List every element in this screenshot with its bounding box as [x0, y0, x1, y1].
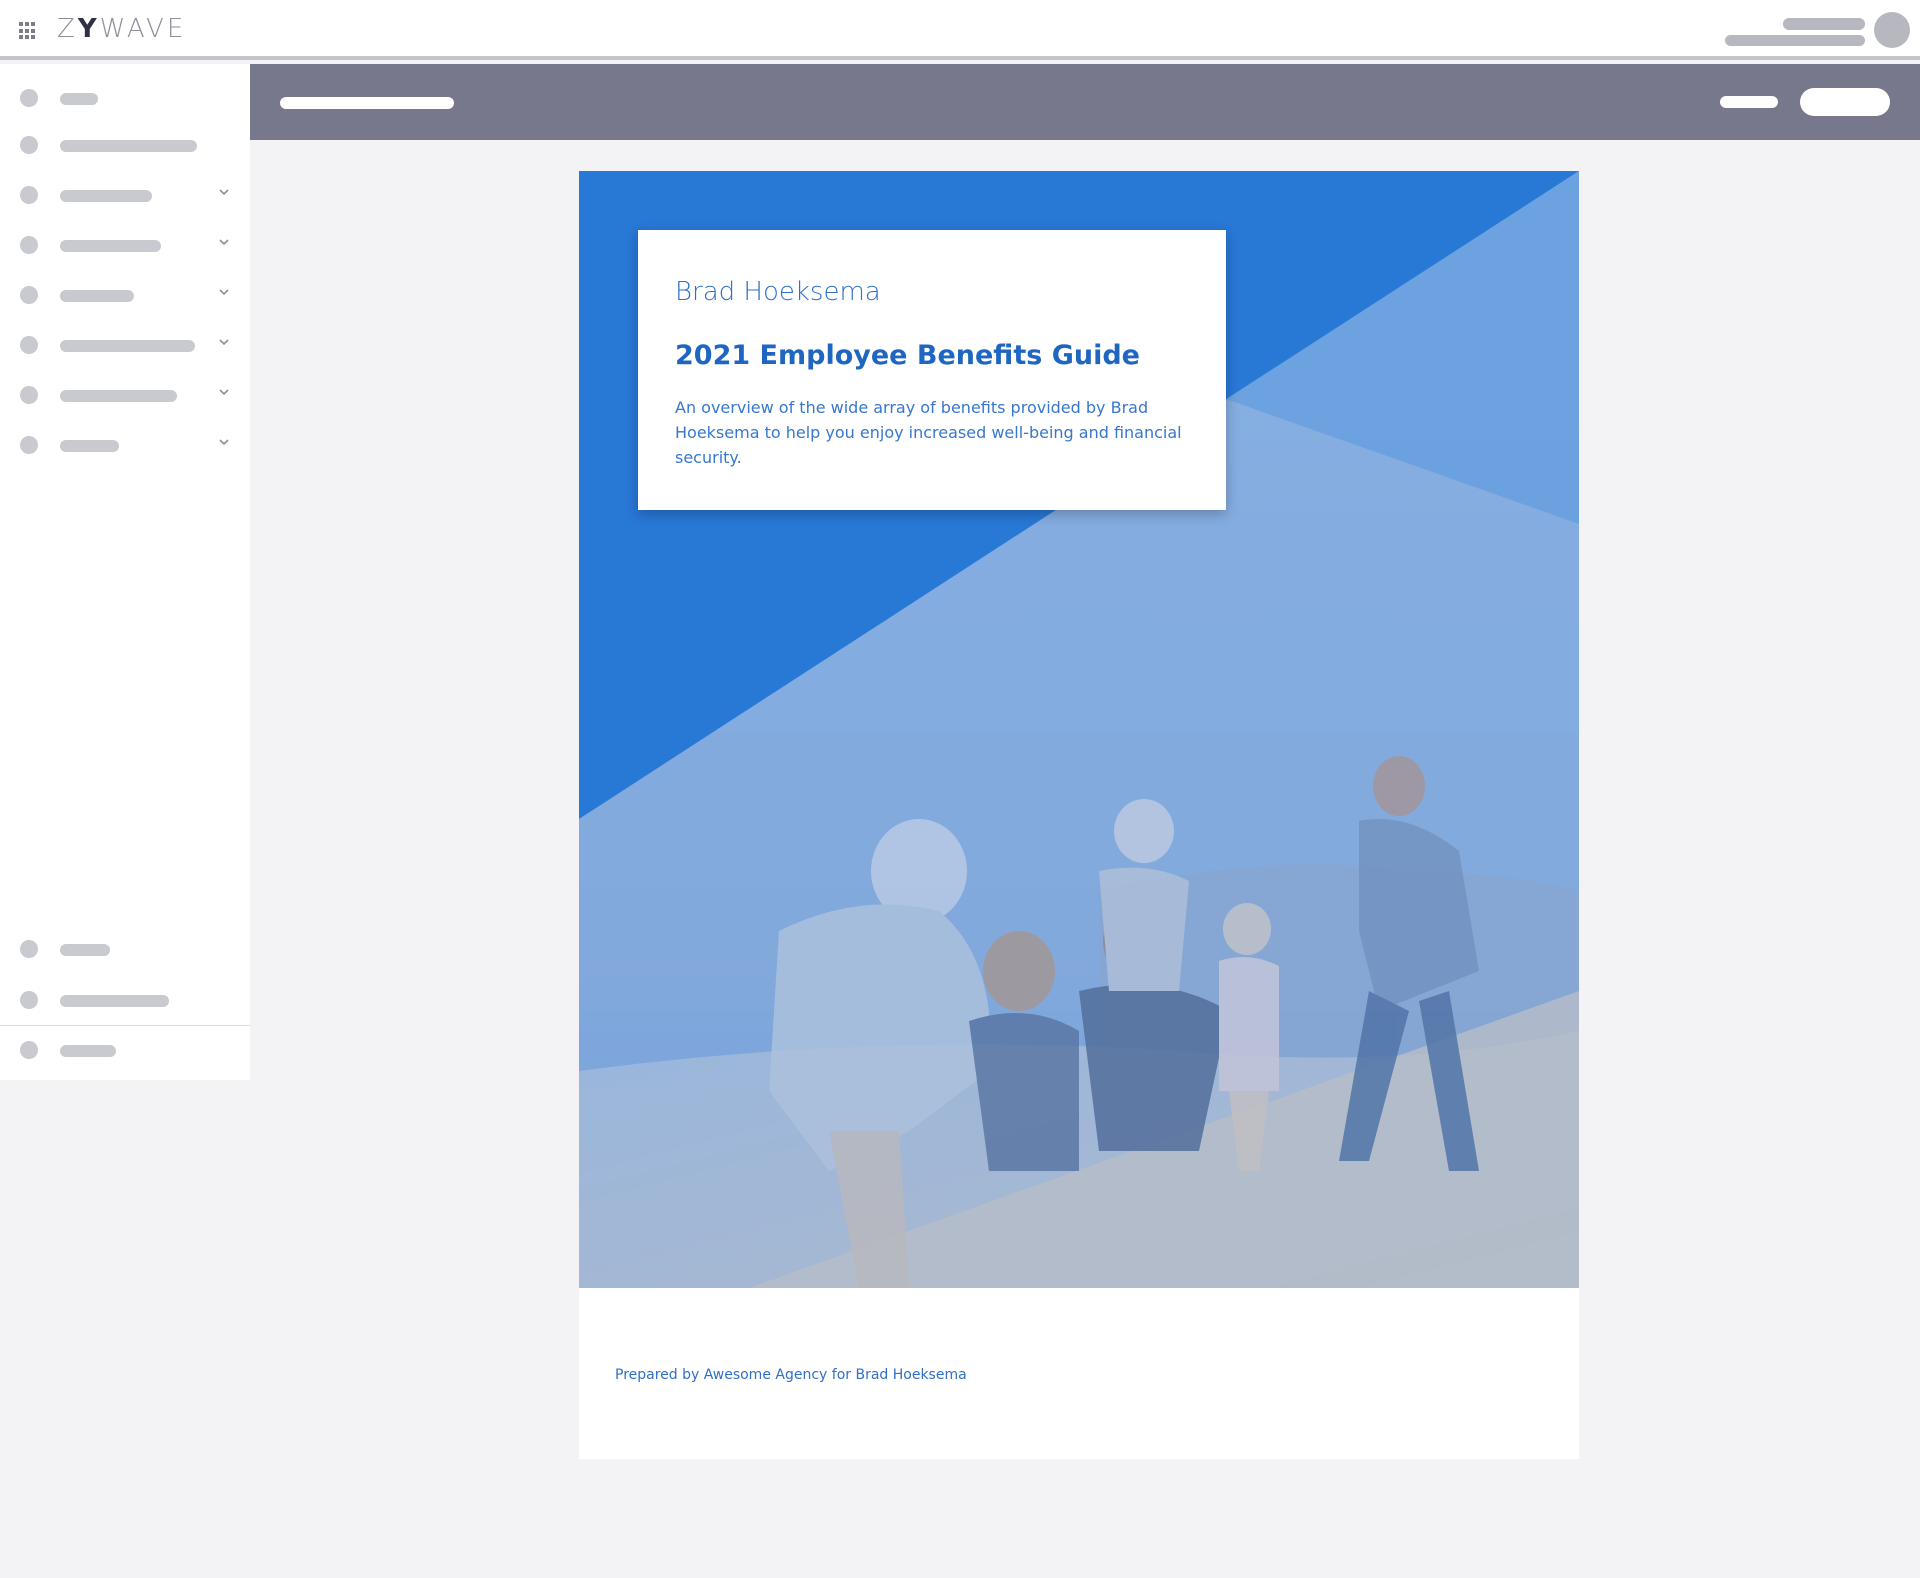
chevron-down-icon[interactable]: [217, 435, 231, 449]
sidebar-item-3[interactable]: [0, 173, 250, 217]
nav-dot-icon: [20, 89, 38, 107]
nav-dot-icon: [20, 436, 38, 454]
sidebar-item-11[interactable]: [0, 1028, 250, 1072]
toolbar-title-placeholder: [280, 97, 454, 109]
sidebar-item-8[interactable]: [0, 423, 250, 467]
sidebar-item-label: [60, 1045, 116, 1057]
nav-dot-icon: [20, 1041, 38, 1059]
user-role-placeholder[interactable]: [1725, 35, 1865, 46]
sidebar-item-label: [60, 440, 119, 452]
toolbar-primary-button[interactable]: [1800, 88, 1890, 116]
nav-dot-icon: [20, 336, 38, 354]
nav-dot-icon: [20, 286, 38, 304]
sidebar-item-label: [60, 944, 110, 956]
chevron-down-icon[interactable]: [217, 385, 231, 399]
app-logo[interactable]: ZYWAVE: [57, 14, 186, 44]
sidebar-item-5[interactable]: [0, 273, 250, 317]
nav-dot-icon: [20, 991, 38, 1009]
sidebar-item-4[interactable]: [0, 223, 250, 267]
document-description: An overview of the wide array of benefit…: [675, 398, 1182, 467]
chevron-down-icon[interactable]: [217, 285, 231, 299]
sidebar-item-10[interactable]: [0, 978, 250, 1022]
document-toolbar: [250, 64, 1920, 140]
sidebar-item-label: [60, 140, 197, 152]
top-bar: ZYWAVE: [0, 0, 1920, 60]
sidebar-item-6[interactable]: [0, 323, 250, 367]
logo-text-prefix: Z: [57, 14, 78, 44]
sidebar-item-2[interactable]: [0, 123, 250, 167]
sidebar-divider: [0, 1025, 250, 1026]
chevron-down-icon[interactable]: [217, 335, 231, 349]
sidebar-item-label: [60, 240, 161, 252]
chevron-down-icon[interactable]: [217, 185, 231, 199]
sidebar-item-label: [60, 190, 152, 202]
prepared-by-note: Prepared by Awesome Agency for Brad Hoek…: [615, 1367, 967, 1383]
toolbar-secondary-action[interactable]: [1720, 96, 1778, 108]
nav-dot-icon: [20, 940, 38, 958]
logo-text-accent: Y: [77, 14, 100, 44]
sidebar: [0, 64, 250, 1080]
document-title: 2021 Employee Benefits Guide: [675, 340, 1140, 371]
chevron-down-icon[interactable]: [217, 235, 231, 249]
document-preview: Brad Hoeksema 2021 Employee Benefits Gui…: [579, 171, 1579, 1459]
sidebar-item-7[interactable]: [0, 373, 250, 417]
sidebar-item-label: [60, 340, 195, 352]
nav-dot-icon: [20, 236, 38, 254]
sidebar-item-label: [60, 995, 169, 1007]
title-card: Brad Hoeksema 2021 Employee Benefits Gui…: [638, 230, 1226, 510]
sidebar-item-1[interactable]: [0, 76, 250, 120]
sidebar-item-9[interactable]: [0, 927, 250, 971]
logo-text-suffix: WAVE: [99, 14, 187, 44]
sidebar-item-label: [60, 390, 177, 402]
company-name: Brad Hoeksema: [675, 277, 881, 307]
sidebar-item-label: [60, 290, 134, 302]
nav-dot-icon: [20, 386, 38, 404]
sidebar-item-label: [60, 93, 98, 105]
user-name-placeholder[interactable]: [1783, 18, 1865, 30]
nav-dot-icon: [20, 136, 38, 154]
nav-dot-icon: [20, 186, 38, 204]
avatar[interactable]: [1874, 12, 1910, 48]
apps-grid-icon[interactable]: [19, 22, 37, 40]
